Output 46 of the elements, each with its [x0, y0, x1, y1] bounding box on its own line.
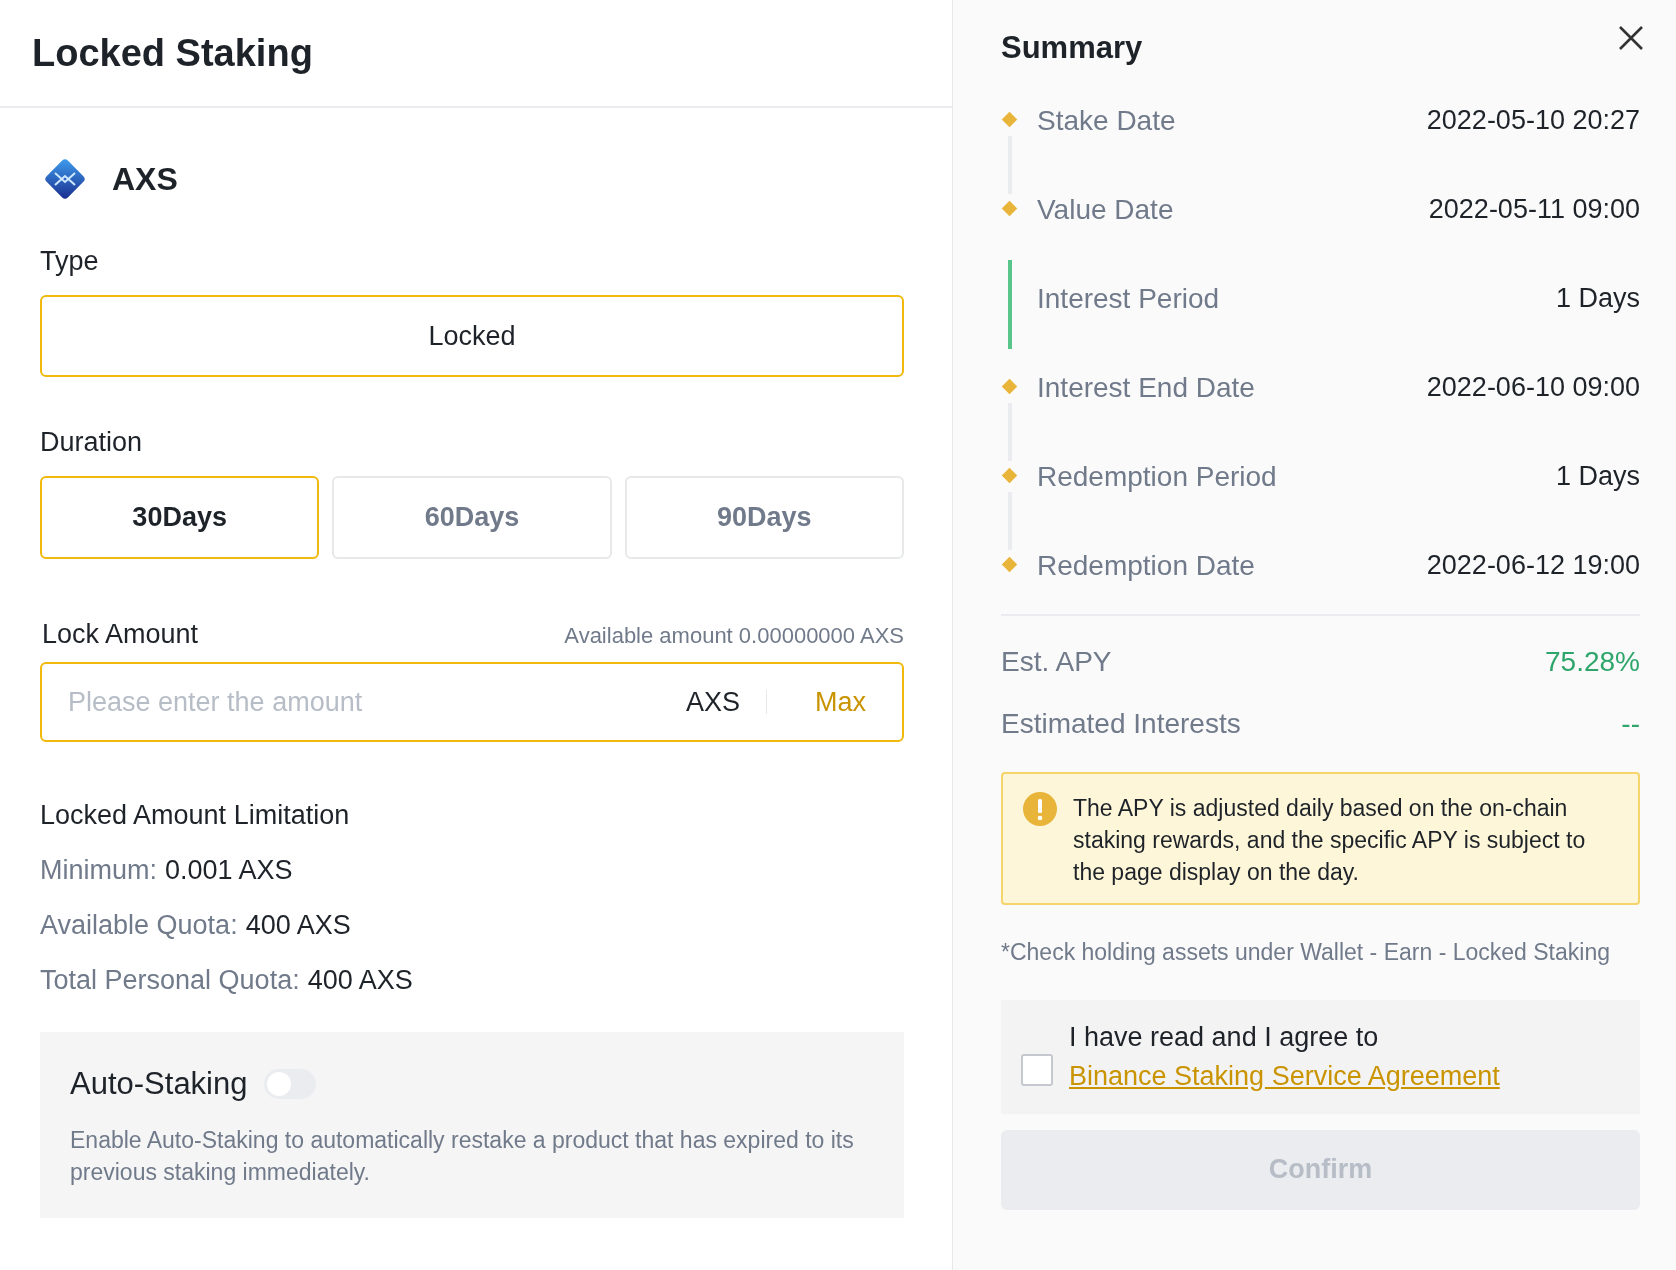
auto-staking-description: Enable Auto-Staking to automatically restake a product that has expired to its previous staking immediately. [70, 1126, 855, 1188]
limit-value: 0.001 AXS [165, 855, 293, 886]
interests-value: -- [1621, 708, 1640, 740]
limit-label: Total Personal Quota: [40, 965, 300, 996]
timeline-label: Value Date [1037, 193, 1175, 226]
timeline-label: Redemption Date [1037, 549, 1256, 582]
interests-label: Estimated Interests [1001, 708, 1241, 740]
timeline-label: Interest Period [1037, 282, 1221, 315]
duration-option[interactable]: 30Days [40, 476, 320, 559]
limit-label: Minimum: [40, 855, 157, 886]
duration-label: Duration [40, 427, 144, 458]
type-option[interactable]: Locked [40, 295, 904, 377]
timeline-label: Stake Date [1037, 104, 1177, 137]
auto-staking-label: Auto-Staking [70, 1066, 248, 1102]
amount-input-field[interactable]: Please enter the amount AXS Max [40, 662, 904, 742]
page-title: Locked Staking [32, 31, 313, 75]
timeline-value: 1 Days [1555, 461, 1640, 492]
limit-value: 400 AXS [245, 910, 351, 941]
duration-option[interactable]: 90Days [624, 476, 904, 559]
coin-symbol: AXS [112, 160, 178, 198]
timeline-label: Redemption Period [1037, 460, 1278, 493]
timeline-value: 2022-06-12 19:00 [1426, 550, 1640, 581]
duration-option[interactable]: 60Days [332, 476, 612, 559]
limit-label: Available Quota: [40, 910, 238, 941]
apy-value: 75.28% [1545, 646, 1640, 678]
unit-label: AXS [685, 686, 740, 718]
limitation-title: Locked Amount Limitation [40, 800, 351, 831]
timeline-value: 2022-05-10 20:27 [1426, 105, 1640, 136]
timeline-value: 1 Days [1555, 283, 1640, 314]
summary-title: Summary [1001, 30, 1143, 66]
notice-text: The APY is adjusted daily based on the on-chain staking rewards, and the specific APY is subject to the page display on the day. [1073, 794, 1587, 888]
max-link[interactable]: Max [815, 686, 866, 718]
agreement-link[interactable]: Binance Staking Service Agreement [1069, 1060, 1500, 1091]
close-icon[interactable] [1618, 25, 1644, 51]
type-label: Type [40, 246, 100, 277]
apy-label: Est. APY [1001, 646, 1112, 678]
timeline-value: 2022-06-10 09:00 [1426, 372, 1640, 403]
agreement-text: I have read and I agree to Binance Staking Service Agreement [1069, 1020, 1501, 1093]
agreement-checkbox[interactable] [1021, 1053, 1053, 1086]
warning-icon [1023, 792, 1057, 826]
timeline-value: 2022-05-11 09:00 [1428, 194, 1640, 225]
lock-amount-label: Lock Amount [42, 619, 199, 650]
limit-value: 400 AXS [307, 965, 413, 996]
holding-hint: *Check holding assets under Wallet - Earn - Locked Staking [1001, 938, 1611, 966]
available-amount: Available amount 0.00000000 AXS [564, 623, 904, 649]
timeline-label: Interest End Date [1037, 371, 1256, 404]
